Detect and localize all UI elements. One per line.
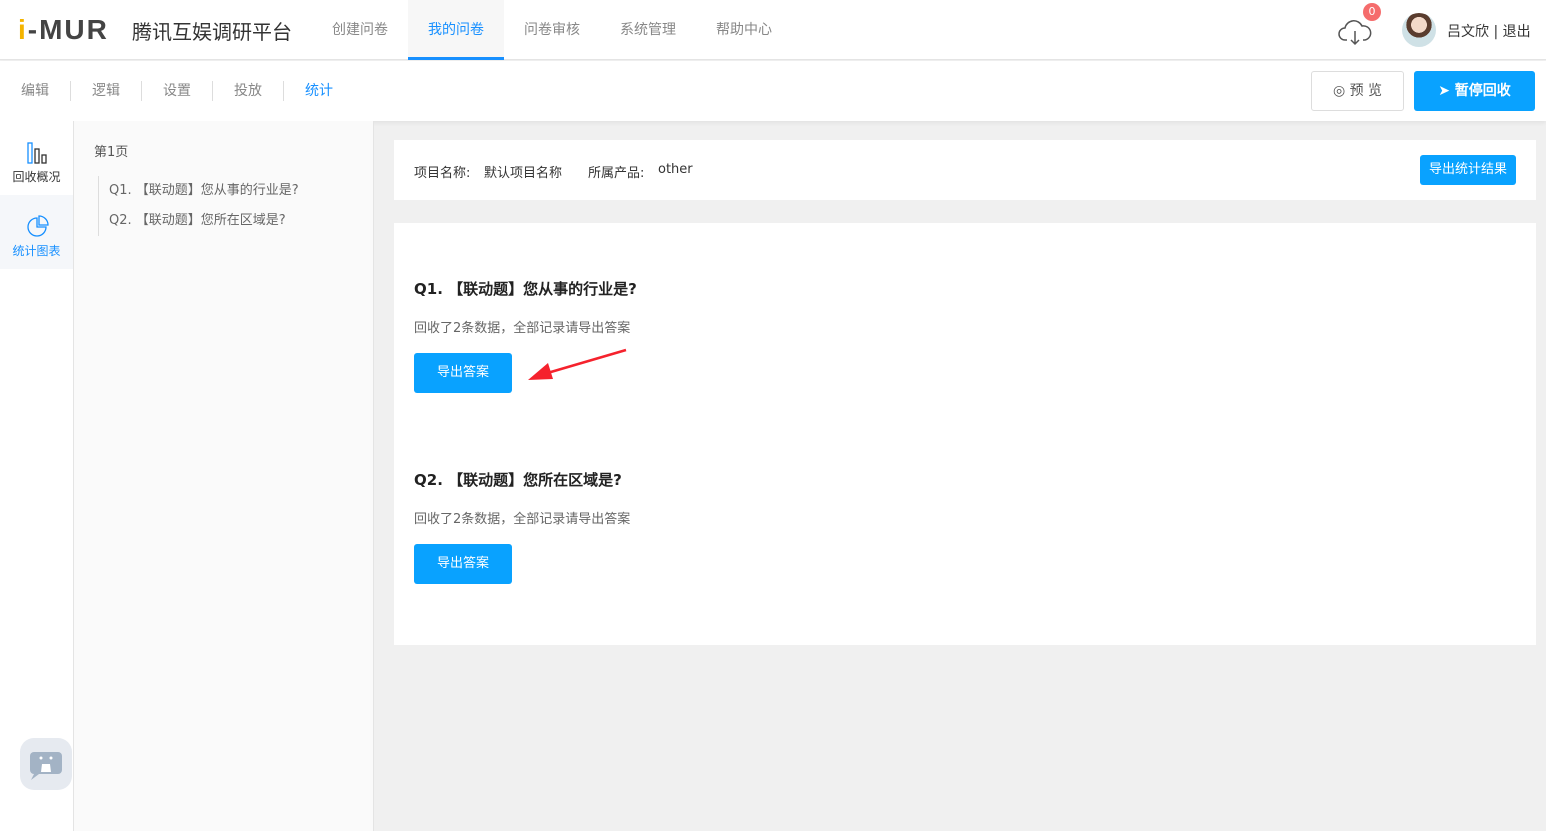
export-answers-button[interactable]: 导出答案	[414, 353, 512, 393]
nav-review[interactable]: 问卷审核	[504, 0, 600, 60]
username: 吕文欣	[1447, 24, 1489, 40]
page-label: 第1页	[94, 145, 129, 160]
product-name: other	[658, 162, 693, 177]
question-title: Q1. 【联动题】您从事的行业是?	[414, 280, 637, 298]
send-icon: ➤	[1438, 83, 1450, 99]
question-desc: 回收了2条数据，全部记录请导出答案	[414, 512, 631, 527]
product-label: 所属产品:	[588, 166, 645, 181]
pie-chart-icon	[26, 215, 49, 237]
rail-item-charts[interactable]: 统计图表	[0, 195, 73, 269]
chat-icon	[30, 752, 62, 780]
logout-link[interactable]: | 退出	[1493, 24, 1530, 40]
cloud-download-icon[interactable]	[1338, 18, 1372, 46]
question-title: Q2. 【联动题】您所在区域是?	[414, 471, 622, 489]
tab-edit[interactable]: 编辑	[0, 81, 70, 101]
project-label: 项目名称:	[414, 166, 471, 181]
arrow-annotation	[528, 348, 627, 380]
question-list: 第1页 Q1. 【联动题】您从事的行业是? Q2. 【联动题】您所在区域是?	[74, 121, 374, 831]
project-info: 项目名称: 默认项目名称 所属产品: other 导出统计结果	[394, 140, 1536, 200]
nav-create[interactable]: 创建问卷	[312, 0, 408, 60]
nav-help[interactable]: 帮助中心	[696, 0, 792, 60]
stats-sidebar: 回收概况 统计图表	[0, 121, 74, 831]
logo[interactable]: i-MUR	[18, 14, 109, 46]
project-name: 默认项目名称	[484, 166, 563, 181]
rail-item-overview[interactable]: 回收概况	[0, 121, 73, 195]
export-answers-button[interactable]: 导出答案	[414, 544, 512, 584]
question-stats: Q1. 【联动题】您从事的行业是? 回收了2条数据，全部记录请导出答案 导出答案…	[394, 223, 1536, 645]
nav-my-surveys[interactable]: 我的问卷	[408, 0, 504, 60]
preview-button[interactable]: ◎ 预 览	[1311, 71, 1404, 111]
top-header: i-MUR 腾讯互娱调研平台 创建问卷 我的问卷 问卷审核 系统管理 帮助中心 …	[0, 0, 1546, 60]
question-desc: 回收了2条数据，全部记录请导出答案	[414, 321, 631, 336]
survey-toolbar: 编辑 逻辑 设置 投放 统计 ◎ 预 览 ➤ 暂停回收	[0, 61, 1546, 121]
eye-icon: ◎	[1332, 83, 1346, 99]
download-badge: 0	[1363, 3, 1381, 21]
pause-collection-button[interactable]: ➤ 暂停回收	[1414, 71, 1535, 111]
avatar[interactable]	[1402, 13, 1436, 47]
question-link-q1[interactable]: Q1. 【联动题】您从事的行业是?	[109, 176, 299, 206]
bar-chart-icon	[26, 142, 47, 164]
brand-title: 腾讯互娱调研平台	[132, 20, 292, 44]
tab-logic[interactable]: 逻辑	[70, 81, 141, 101]
tab-settings[interactable]: 设置	[141, 81, 212, 101]
nav-system[interactable]: 系统管理	[600, 0, 696, 60]
tab-publish[interactable]: 投放	[212, 81, 283, 101]
main-nav: 创建问卷 我的问卷 问卷审核 系统管理 帮助中心	[312, 0, 792, 60]
question-link-q2[interactable]: Q2. 【联动题】您所在区域是?	[109, 206, 299, 236]
tab-stats[interactable]: 统计	[283, 81, 354, 101]
chat-button[interactable]	[20, 738, 72, 790]
export-stats-button[interactable]: 导出统计结果	[1420, 155, 1516, 185]
